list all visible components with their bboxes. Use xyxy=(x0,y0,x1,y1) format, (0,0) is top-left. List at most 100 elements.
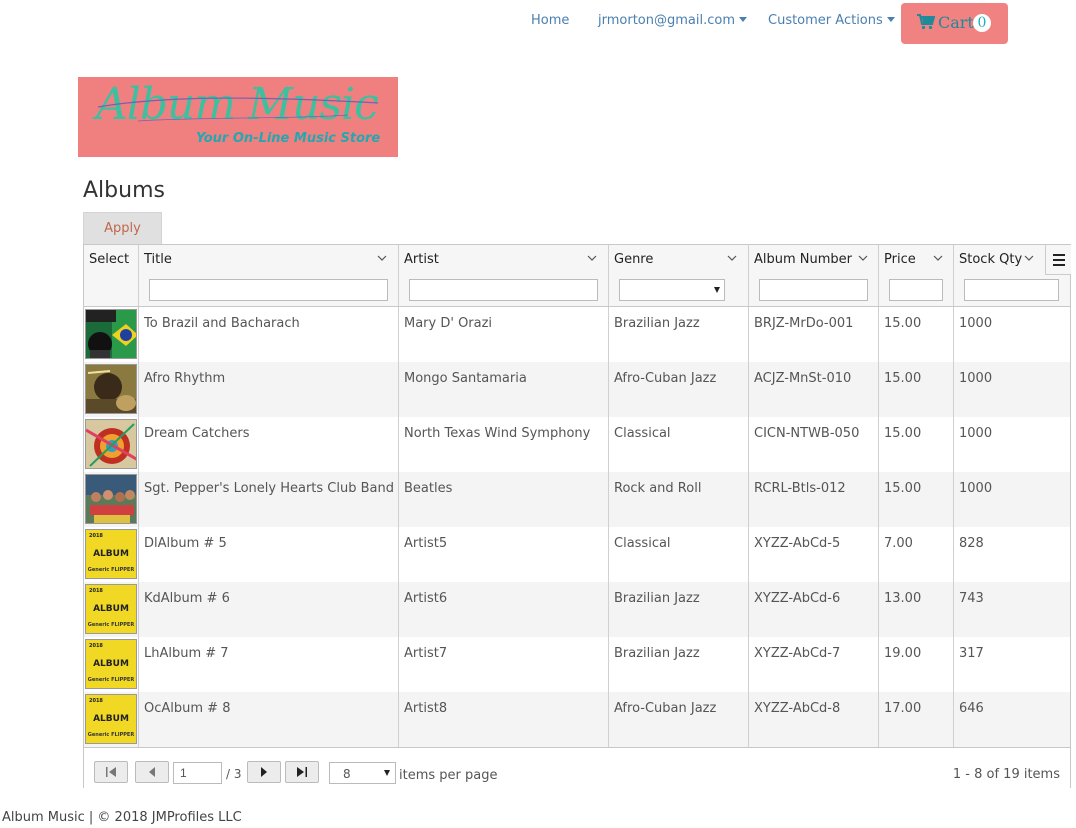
nav-customer-actions-dropdown[interactable]: Customer Actions xyxy=(768,13,895,28)
table-row[interactable]: Dream Catchers North Texas Wind Symphony C… xyxy=(84,417,1070,472)
apply-filters-tab[interactable]: Apply Filters xyxy=(83,212,162,267)
album-cover-image[interactable] xyxy=(85,474,137,524)
select-cell[interactable] xyxy=(84,472,139,527)
page-title: Albums xyxy=(83,178,165,203)
page-number-input[interactable] xyxy=(173,762,222,784)
album-cover-image[interactable] xyxy=(85,419,137,469)
cover-title: ALBUM xyxy=(93,549,129,559)
select-cell[interactable] xyxy=(84,362,139,417)
cover-title: ALBUM xyxy=(93,659,129,669)
genre-text: Brazilian Jazz xyxy=(614,646,700,661)
table-row[interactable]: Afro Rhythm Mongo Santamaria Afro-Cuban Ja… xyxy=(84,362,1070,417)
cover-label: Generic FLIPPER xyxy=(87,677,135,683)
cover-year: 2018 xyxy=(89,698,103,704)
album-cover-image[interactable] xyxy=(85,364,137,414)
chevron-down-icon[interactable] xyxy=(727,254,737,262)
col-header-price[interactable]: Price xyxy=(879,245,954,306)
nav-user-label: jrmorton@gmail.com xyxy=(598,13,735,28)
album-cover-image[interactable]: 2018 ALBUM Generic FLIPPER xyxy=(85,694,137,744)
select-cell[interactable] xyxy=(84,307,139,362)
price-text: 17.00 xyxy=(884,701,922,716)
stock-qty-filter-input[interactable] xyxy=(964,279,1059,301)
nav-home-link[interactable]: Home xyxy=(531,13,569,28)
price-text: 15.00 xyxy=(884,316,922,331)
select-cell[interactable]: 2018 ALBUM Generic FLIPPER xyxy=(84,692,139,747)
stock-qty-cell: 646 xyxy=(954,692,1070,747)
artist-text: North Texas Wind Symphony xyxy=(404,426,591,441)
cart-button[interactable]: Cart 0 xyxy=(901,3,1008,44)
last-page-icon xyxy=(297,767,307,777)
select-cell[interactable] xyxy=(84,417,139,472)
select-cell[interactable]: 2018 ALBUM Generic FLIPPER xyxy=(84,582,139,637)
last-page-button[interactable] xyxy=(285,761,319,783)
genre-text: Brazilian Jazz xyxy=(614,316,700,331)
album-number-cell: RCRL-Btls-012 xyxy=(749,472,879,527)
price-text: 7.00 xyxy=(884,536,913,551)
album-number-filter-input[interactable] xyxy=(759,279,868,301)
stock-qty-cell: 1000 xyxy=(954,307,1070,362)
select-cell[interactable]: 2018 ALBUM Generic FLIPPER xyxy=(84,527,139,582)
album-number-text: XYZZ-AbCd-7 xyxy=(754,646,841,661)
genre-filter-select[interactable] xyxy=(619,279,725,301)
stock-qty-text: 1000 xyxy=(959,481,993,496)
page-size-value: 8 xyxy=(343,767,351,781)
album-music-logo[interactable]: Album Music Your On-Line Music Store xyxy=(78,77,398,157)
chevron-down-icon[interactable] xyxy=(1024,254,1034,262)
total-pages-label: / 3 xyxy=(226,767,242,781)
col-header-label: Artist xyxy=(404,252,439,267)
album-cover-image[interactable] xyxy=(85,309,137,359)
genre-cell: Classical xyxy=(609,527,749,582)
table-row[interactable]: To Brazil and Bacharach Mary D' Orazi Braz… xyxy=(84,307,1070,362)
chevron-down-icon[interactable] xyxy=(587,254,597,262)
album-number-cell: XYZZ-AbCd-6 xyxy=(749,582,879,637)
menu-icon-bar xyxy=(1053,264,1065,266)
col-header-album-number[interactable]: Album Number xyxy=(749,245,879,306)
table-row[interactable]: 2018 ALBUM Generic FLIPPER LhAlbum # 7 Artis… xyxy=(84,637,1070,692)
cover-title: ALBUM xyxy=(93,714,129,724)
price-filter-input[interactable] xyxy=(889,279,943,301)
cover-label: Generic FLIPPER xyxy=(87,567,135,573)
album-number-text: BRJZ-MrDo-001 xyxy=(754,316,854,331)
stock-qty-text: 828 xyxy=(959,536,984,551)
album-cover-image[interactable]: 2018 ALBUM Generic FLIPPER xyxy=(85,639,137,689)
stock-qty-text: 1000 xyxy=(959,316,993,331)
table-row[interactable]: Sgt. Pepper's Lonely Hearts Club Band Bea… xyxy=(84,472,1070,527)
grid-menu-button[interactable] xyxy=(1045,245,1071,275)
title-cell: KdAlbum # 6 xyxy=(139,582,399,637)
album-number-cell: CICN-NTWB-050 xyxy=(749,417,879,472)
first-page-button[interactable] xyxy=(94,761,128,783)
album-cover-image[interactable]: 2018 ALBUM Generic FLIPPER xyxy=(85,529,137,579)
chevron-down-icon[interactable] xyxy=(377,254,387,262)
col-header-genre[interactable]: Genre xyxy=(609,245,749,306)
price-text: 15.00 xyxy=(884,481,922,496)
title-filter-input[interactable] xyxy=(149,279,388,301)
table-row[interactable]: 2018 ALBUM Generic FLIPPER KdAlbum # 6 Artis… xyxy=(84,582,1070,637)
artist-cell: North Texas Wind Symphony xyxy=(399,417,609,472)
col-header-title[interactable]: Title xyxy=(139,245,399,306)
cart-label: Cart xyxy=(938,13,974,32)
chevron-down-icon[interactable] xyxy=(933,254,943,262)
genre-text: Classical xyxy=(614,426,671,441)
stock-qty-cell: 1000 xyxy=(954,417,1070,472)
first-page-icon xyxy=(106,767,116,777)
album-cover-image[interactable]: 2018 ALBUM Generic FLIPPER xyxy=(85,584,137,634)
album-number-cell: BRJZ-MrDo-001 xyxy=(749,307,879,362)
album-number-text: ACJZ-MnSt-010 xyxy=(754,371,852,386)
next-page-button[interactable] xyxy=(247,761,281,783)
table-row[interactable]: 2018 ALBUM Generic FLIPPER OcAlbum # 8 Artis… xyxy=(84,692,1070,747)
nav-user-dropdown[interactable]: jrmorton@gmail.com xyxy=(598,13,747,28)
artist-filter-input[interactable] xyxy=(409,279,598,301)
col-header-artist[interactable]: Artist xyxy=(399,245,609,306)
table-row[interactable]: 2018 ALBUM Generic FLIPPER DlAlbum # 5 Artis… xyxy=(84,527,1070,582)
col-header-label: Stock Qty xyxy=(959,252,1023,267)
previous-page-button[interactable] xyxy=(135,761,169,783)
page-size-select[interactable]: 8 xyxy=(329,762,396,784)
cover-title: ALBUM xyxy=(93,604,129,614)
artist-text: Mongo Santamaria xyxy=(404,371,527,386)
chevron-down-icon[interactable] xyxy=(858,254,868,262)
album-number-text: XYZZ-AbCd-5 xyxy=(754,536,841,551)
nav-customer-actions-label: Customer Actions xyxy=(768,13,883,28)
select-cell[interactable]: 2018 ALBUM Generic FLIPPER xyxy=(84,637,139,692)
cover-label: Generic FLIPPER xyxy=(87,732,135,738)
next-page-icon xyxy=(261,767,267,777)
